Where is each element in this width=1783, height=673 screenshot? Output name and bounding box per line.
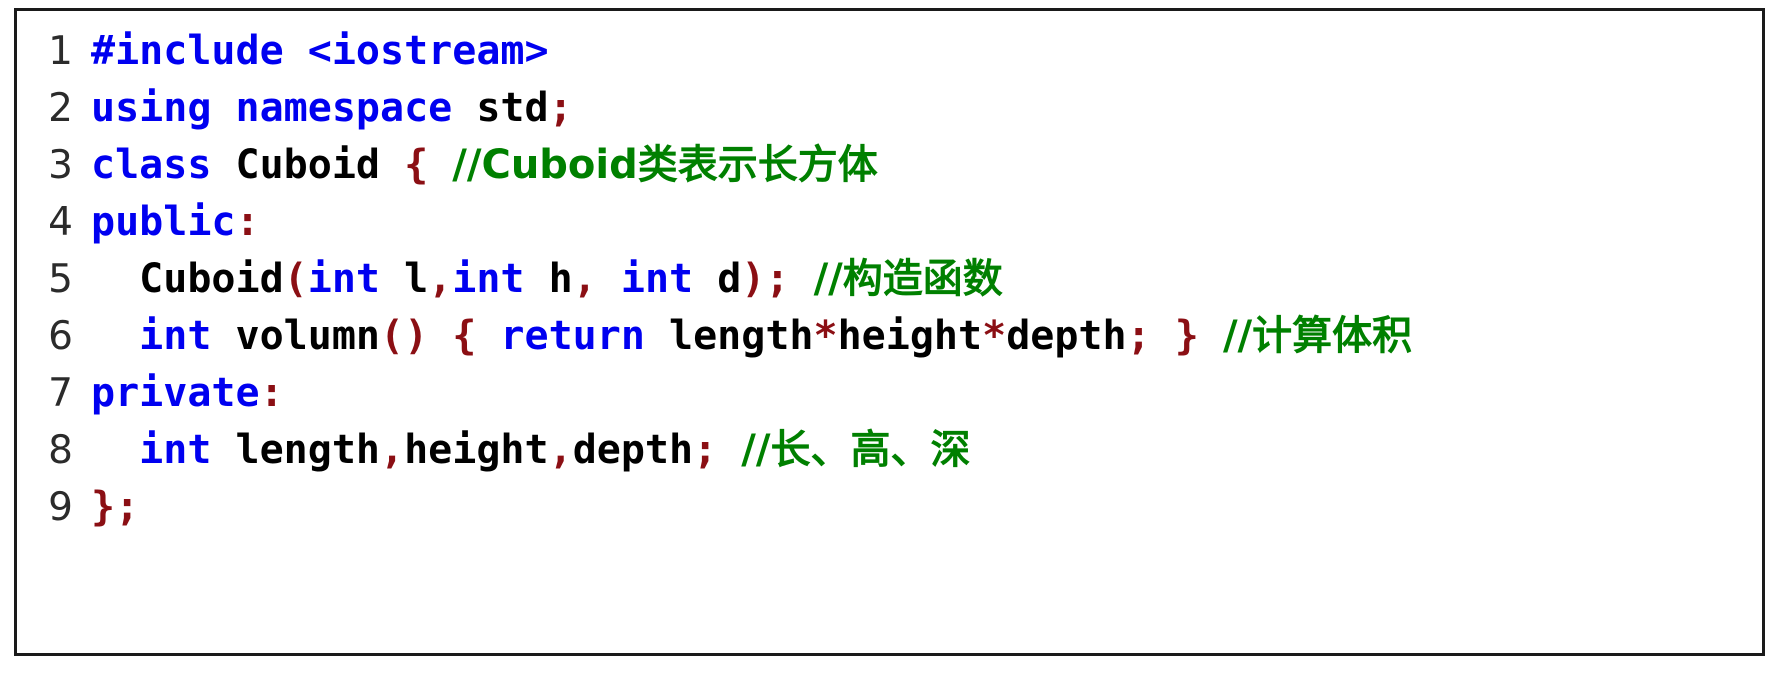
code-token-id: d [693, 256, 742, 302]
code-token-id: l [380, 256, 429, 302]
code-token-kw: using namespace [91, 85, 477, 131]
line-number: 8 [48, 428, 73, 473]
code-line: 4 public: [17, 194, 1762, 251]
line-number: 3 [48, 143, 73, 188]
line-number: 7 [48, 371, 73, 416]
code-line: 6 int volumn() { return length*height*de… [17, 308, 1762, 365]
code-token-punc: ); [741, 256, 790, 302]
code-token-punc: , [380, 427, 405, 473]
code-token-punc: : [259, 370, 284, 416]
code-token-id: length [211, 427, 381, 473]
code-line-content: Cuboid(int l,int h, int d); //构造函数 [91, 251, 1762, 308]
code-token-id: volumn [211, 313, 381, 359]
code-token-id: length [644, 313, 814, 359]
code-line-content: using namespace std; [91, 80, 1762, 137]
code-token-punc: * [982, 313, 1007, 359]
code-line-content: }; [91, 479, 1762, 536]
code-token-punc: * [813, 313, 838, 359]
code-token-id [91, 427, 139, 473]
code-line-content: #include <iostream> [91, 23, 1762, 80]
code-token-punc: { [404, 142, 453, 188]
code-line: 1 #include <iostream> [17, 23, 1762, 80]
code-token-cmt: //Cuboid类表示长方体 [452, 142, 878, 188]
line-number: 5 [48, 257, 73, 302]
line-number: 9 [48, 485, 73, 530]
code-token-id [597, 256, 621, 302]
code-token-kw: public [91, 199, 236, 245]
code-token-id [789, 256, 813, 302]
code-line: 2 using namespace std; [17, 80, 1762, 137]
code-line: 5 Cuboid(int l,int h, int d); //构造函数 [17, 251, 1762, 308]
code-token-punc: ; [693, 427, 718, 473]
code-line: 9}; [17, 479, 1762, 536]
code-line: 7 private: [17, 365, 1762, 422]
code-listing: 1 #include <iostream> 2 using namespace std… [17, 23, 1762, 536]
code-token-id: Cuboid [235, 142, 405, 188]
code-line-content: int volumn() { return length*height*dept… [91, 308, 1762, 365]
code-token-id: Cuboid [91, 256, 284, 302]
code-token-cmt: //长、高、深 [741, 427, 971, 473]
code-line-content: private: [91, 365, 1762, 422]
code-token-id: h [524, 256, 573, 302]
code-line: 3 class Cuboid { //Cuboid类表示长方体 [17, 137, 1762, 194]
code-token-punc: ( [283, 256, 308, 302]
code-token-kw: return [500, 313, 645, 359]
code-token-kw: class [91, 142, 236, 188]
line-number: 1 [48, 29, 73, 74]
code-token-punc: , [572, 256, 597, 302]
code-token-id: std [476, 85, 549, 131]
code-token-pre: #include <iostream> [91, 28, 549, 74]
line-number: 6 [48, 314, 73, 359]
code-token-id: depth [572, 427, 694, 473]
code-token-kw: int [307, 256, 380, 302]
code-token-id [717, 427, 741, 473]
line-number: 2 [48, 86, 73, 131]
code-line-content: int length,height,depth; //长、高、深 [91, 422, 1762, 479]
code-token-id [91, 313, 139, 359]
code-token-punc: () { [380, 313, 501, 359]
code-token-punc: ; [548, 85, 573, 131]
code-token-id: height [837, 313, 983, 359]
code-token-kw: int [139, 427, 212, 473]
code-token-id: depth [1006, 313, 1127, 359]
code-block-frame: 1 #include <iostream> 2 using namespace std… [14, 8, 1765, 656]
code-token-punc: , [428, 256, 453, 302]
code-token-kw: int [139, 313, 212, 359]
code-token-kw: int [452, 256, 525, 302]
code-token-punc: , [548, 427, 573, 473]
line-number: 4 [48, 200, 73, 245]
code-token-punc: ; } [1126, 313, 1223, 359]
code-token-cmt: //构造函数 [813, 256, 1003, 302]
code-token-cmt: //计算体积 [1222, 313, 1413, 359]
code-token-punc: : [235, 199, 260, 245]
code-token-kw: int [620, 256, 694, 302]
code-line-content: public: [91, 194, 1762, 251]
code-token-punc: }; [91, 484, 140, 530]
code-line-content: class Cuboid { //Cuboid类表示长方体 [91, 137, 1762, 194]
code-line: 8 int length,height,depth; //长、高、深 [17, 422, 1762, 479]
code-token-id: height [404, 427, 549, 473]
code-token-kw: private [91, 370, 260, 416]
